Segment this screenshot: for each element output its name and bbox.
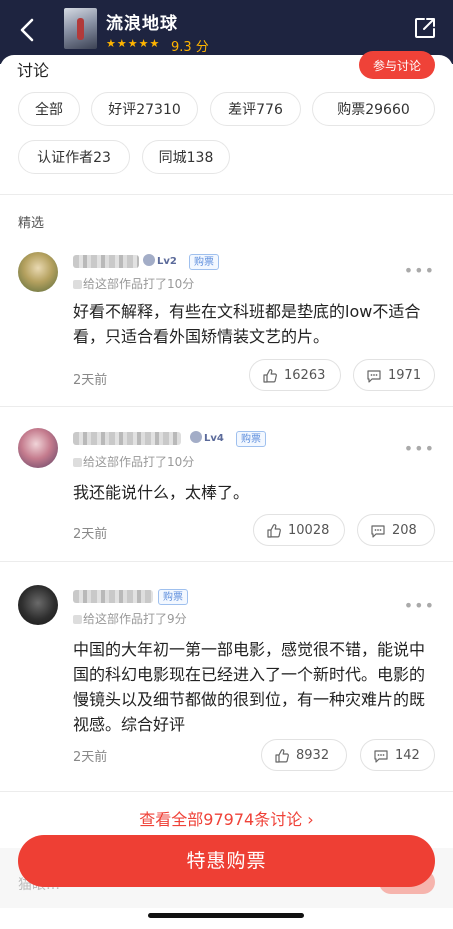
- thumbs-up-icon: [263, 369, 277, 383]
- comment-time: 2天前: [73, 750, 108, 765]
- like-count: 10028: [288, 523, 330, 538]
- purchase-badge: 购票: [158, 589, 188, 605]
- share-icon[interactable]: [413, 16, 437, 40]
- blurred-rating-icon: [73, 280, 82, 289]
- section-divider: [0, 194, 453, 195]
- comment-divider: [0, 406, 453, 407]
- comment-time: 2天前: [73, 373, 108, 388]
- filter-tag-all[interactable]: 全部: [18, 92, 80, 126]
- level-icon: [143, 254, 155, 266]
- rating-line: 给这部作品打了9分: [73, 610, 187, 627]
- avatar[interactable]: [18, 252, 58, 292]
- buy-ticket-button[interactable]: 特惠购票: [18, 835, 435, 887]
- level-icon: [190, 431, 202, 443]
- level-text: Lv2: [157, 256, 177, 267]
- comment-bubble-icon: [374, 750, 388, 763]
- movie-title: 流浪地球: [106, 14, 178, 34]
- blurred-rating-icon: [73, 615, 82, 624]
- movie-score: 9.3 分: [171, 40, 209, 55]
- more-options-icon[interactable]: •••: [404, 261, 435, 280]
- featured-label: 精选: [18, 216, 45, 231]
- avatar[interactable]: [18, 428, 58, 468]
- reply-count: 1971: [388, 368, 422, 383]
- comment-divider: [0, 791, 453, 792]
- rating-line: 给这部作品打了10分: [73, 453, 194, 470]
- thumbs-up-icon: [275, 749, 289, 763]
- join-discussion-button[interactable]: 参与讨论: [359, 51, 435, 79]
- filter-tag-negative[interactable]: 差评776: [210, 92, 301, 126]
- reply-button[interactable]: 1971: [353, 359, 435, 391]
- comment-bubble-icon: [371, 525, 385, 538]
- rating-text: 给这部作品打了9分: [83, 612, 187, 626]
- blurred-username[interactable]: [73, 432, 181, 445]
- like-button[interactable]: 8932: [261, 739, 347, 771]
- comment-text: 我还能说什么，太棒了。: [73, 483, 250, 502]
- home-indicator[interactable]: [148, 913, 304, 918]
- rating-stars-icon: ★★★★★: [106, 37, 161, 50]
- like-count: 16263: [284, 368, 326, 383]
- like-button[interactable]: 10028: [253, 514, 345, 546]
- rating-text: 给这部作品打了10分: [83, 455, 195, 469]
- filter-tag-same-city[interactable]: 同城138: [142, 140, 230, 174]
- blurred-username[interactable]: [73, 255, 139, 268]
- more-options-icon[interactable]: •••: [404, 596, 435, 615]
- like-count: 8932: [296, 748, 330, 763]
- blurred-rating-icon: [73, 458, 82, 467]
- level-text: Lv4: [204, 433, 224, 444]
- rating-text: 给这部作品打了10分: [83, 277, 195, 291]
- rating-line: 给这部作品打了10分: [73, 275, 194, 292]
- like-button[interactable]: 16263: [249, 359, 341, 391]
- filter-tag-positive[interactable]: 好评27310: [91, 92, 198, 126]
- movie-poster-thumbnail[interactable]: [64, 8, 97, 49]
- purchase-badge: 购票: [236, 431, 266, 447]
- avatar[interactable]: [18, 585, 58, 625]
- comment-text: 好看不解释，有些在文科班都是垫底的low不适合看，只适合看外国矫情装文艺的片。: [73, 302, 421, 346]
- level-badge: Lv2: [143, 254, 177, 270]
- discussion-title: 讨论: [17, 61, 50, 80]
- purchase-badge: 购票: [189, 254, 219, 270]
- view-all-discussions-link[interactable]: 查看全部97974条讨论 ›: [0, 806, 453, 830]
- back-arrow-icon[interactable]: [12, 14, 44, 46]
- filter-tag-certified-author[interactable]: 认证作者23: [18, 140, 130, 174]
- reply-count: 142: [395, 748, 420, 763]
- blurred-username[interactable]: [73, 590, 153, 603]
- reply-count: 208: [392, 523, 417, 538]
- more-options-icon[interactable]: •••: [404, 439, 435, 458]
- filter-tag-purchased[interactable]: 购票29660: [312, 92, 435, 126]
- comment-time: 2天前: [73, 527, 108, 542]
- comment-bubble-icon: [367, 370, 381, 383]
- comment-text: 中国的大年初一第一部电影，感觉很不错，能说中国的科幻电影现在已经进入了一个新时代…: [73, 640, 426, 734]
- reply-button[interactable]: 208: [357, 514, 435, 546]
- level-badge: Lv4: [190, 431, 224, 447]
- comment-divider: [0, 561, 453, 562]
- discussion-sheet: 讨论 参与讨论 全部 好评27310 差评776 购票29660 认证作者23 …: [0, 51, 453, 929]
- reply-button[interactable]: 142: [360, 739, 435, 771]
- thumbs-up-icon: [267, 524, 281, 538]
